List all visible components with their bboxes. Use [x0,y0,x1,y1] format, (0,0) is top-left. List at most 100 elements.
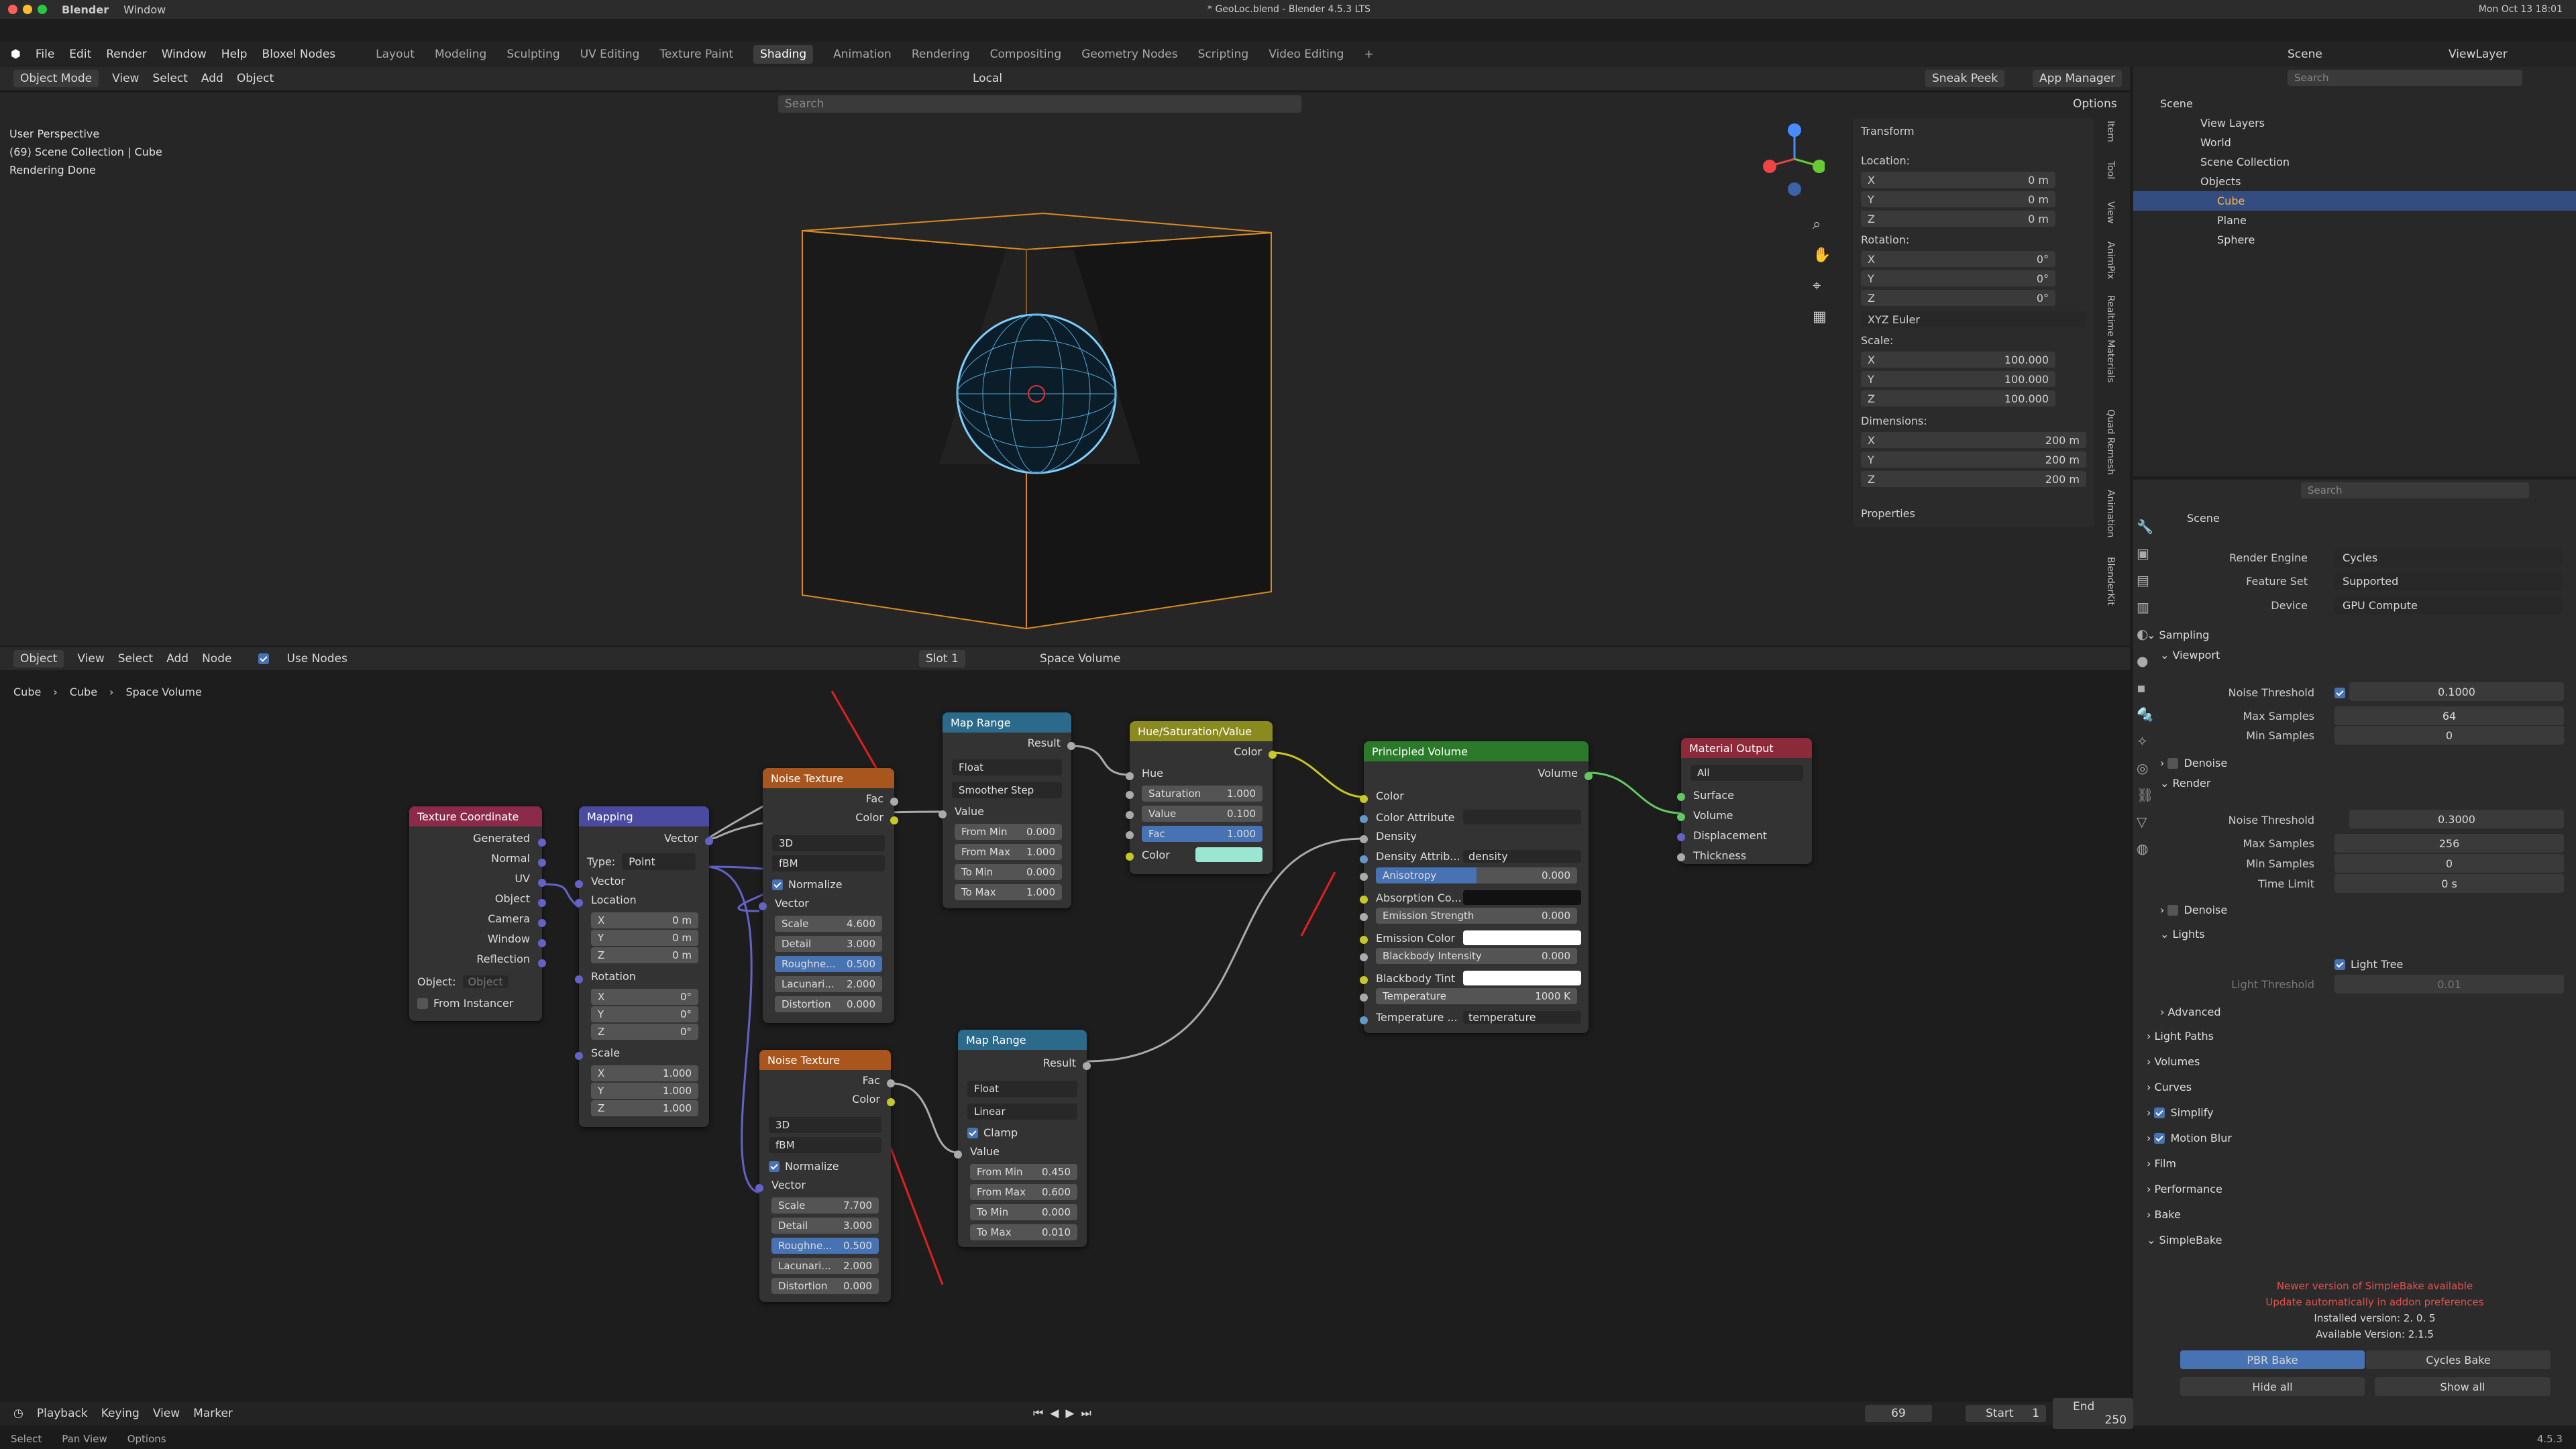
socket[interactable] [890,798,898,806]
socket[interactable] [1067,742,1075,750]
r-min-samples-field[interactable]: 0 [2334,854,2564,873]
noise-distortion-field[interactable]: Distortion 0.000 [775,996,882,1012]
tab-scripting[interactable]: Scripting [1198,48,1249,61]
world-tab-icon[interactable]: ● [2137,647,2163,674]
dimensions-x-field[interactable]: X 200 m [1861,432,2086,448]
socket[interactable] [1360,936,1368,944]
data-type-dropdown[interactable]: Float [952,759,1062,775]
material-selector[interactable]: Space Volume [1040,652,1120,665]
add-workspace-icon[interactable]: + [1364,48,1373,61]
data-type-dropdown[interactable]: Float [967,1081,1077,1097]
tab-view[interactable]: View [2105,201,2116,241]
simplebake-section[interactable]: ⌄ SimpleBake [2147,1234,2222,1246]
socket[interactable] [938,810,947,818]
node-menu-node[interactable]: Node [202,652,231,665]
to-max-field[interactable]: To Max 0.010 [970,1224,1077,1240]
noise-texture-node-1[interactable]: Noise Texture Fac Color 3D fBM Normalize… [759,768,898,1023]
outliner-item-objects[interactable]: Objects [2160,172,2576,191]
mapping-scale-y[interactable]: Y 1.000 [591,1083,698,1099]
rotation-z-field[interactable]: Z 0° [1861,290,2055,306]
zoom-icon[interactable]: ⌕ [1813,209,1831,240]
material-output-node[interactable]: Material Output All Surface Volume Displ… [1677,738,1812,864]
socket[interactable] [1126,831,1134,839]
saturation-field[interactable]: Saturation 1.000 [1142,786,1263,802]
outliner-search[interactable]: Search [2288,70,2522,86]
physics-tab-icon[interactable]: ◎ [2137,755,2163,782]
mac-menu-window[interactable]: Window [123,3,166,16]
viewport-menu-select[interactable]: Select [152,72,187,85]
end-frame-field[interactable]: End 250 [2053,1398,2133,1429]
viewport-menu-add[interactable]: Add [201,72,223,85]
bake-section[interactable]: › Bake [2147,1208,2181,1221]
feature-set-dropdown[interactable]: Supported [2334,572,2563,590]
viewport-search-input[interactable]: Search [778,95,1301,113]
tab-sculpting[interactable]: Sculpting [506,48,559,61]
socket[interactable] [890,816,898,824]
close-window-button[interactable] [8,5,17,14]
texture-coordinate-node[interactable]: Texture Coordinate Generated Normal UV O… [409,806,546,1021]
viewport-sampling-section[interactable]: ⌄ Viewport [2160,649,2220,661]
scale-y-field[interactable]: Y 100.000 [1861,371,2055,387]
socket[interactable] [1677,793,1685,801]
socket[interactable] [1126,853,1134,861]
vp-noise-threshold-field[interactable]: 0.1000 [2349,682,2564,701]
sampling-section[interactable]: ⌄ Sampling [2147,629,2209,641]
tool-tab-icon[interactable]: 🔧 [2137,513,2163,540]
viewport-menu-object[interactable]: Object [237,72,274,85]
to-min-field[interactable]: To Min 0.000 [970,1204,1077,1220]
mapping-loc-x[interactable]: X 0 m [591,912,698,928]
show-all-button[interactable]: Show all [2375,1377,2551,1396]
noise-type-dropdown[interactable]: fBM [772,855,885,871]
socket[interactable] [1360,835,1368,843]
cycles-bake-button[interactable]: Cycles Bake [2366,1350,2551,1369]
film-section[interactable]: › Film [2147,1157,2176,1170]
menu-window[interactable]: Window [162,48,207,61]
socket[interactable] [1677,813,1685,821]
breadcrumb-mesh[interactable]: Cube [70,686,97,698]
socket[interactable] [1677,853,1685,861]
color-attribute-field[interactable] [1463,810,1581,824]
from-min-field[interactable]: From Min 0.450 [970,1164,1077,1180]
object-picker[interactable]: Object [462,975,508,988]
tab-quad-remesh[interactable]: Quad Remesh [2105,409,2116,490]
hide-all-button[interactable]: Hide all [2180,1377,2365,1396]
principled-volume-node[interactable]: Principled Volume Volume Color Color Att… [1360,741,1593,1033]
rotation-mode-dropdown[interactable]: XYZ Euler [1861,311,2086,327]
device-dropdown[interactable]: GPU Compute [2334,596,2563,614]
particles-tab-icon[interactable]: ✧ [2137,728,2163,755]
socket[interactable] [575,880,583,888]
scale-x-field[interactable]: X 100.000 [1861,352,2055,368]
interpolation-dropdown[interactable]: Smoother Step [952,782,1062,798]
light-threshold-field[interactable]: 0.01 [2334,975,2564,994]
render-sampling-section[interactable]: ⌄ Render [2160,777,2210,790]
blackbody-tint-swatch[interactable] [1463,971,1581,985]
r-noise-threshold-field[interactable]: 0.3000 [2349,810,2564,828]
outliner-item-plane[interactable]: Plane [2160,211,2576,230]
vp-noise-threshold-checkbox[interactable] [2334,688,2345,698]
outliner-item-cube[interactable]: Cube [2133,191,2576,211]
pan-hand-icon[interactable]: ✋ [1813,240,1831,271]
socket[interactable] [1360,896,1368,904]
normalize-checkbox[interactable]: Normalize [759,1160,891,1173]
mapping-rot-y[interactable]: Y 0° [591,1006,698,1022]
from-max-field[interactable]: From Max 1.000 [955,844,1062,860]
noise-dimensions-dropdown[interactable]: 3D [769,1117,881,1133]
mapping-node[interactable]: Mapping Vector Type: Point Vector Locatio… [575,806,713,1127]
socket[interactable] [538,839,546,847]
noise-distortion-field[interactable]: Distortion 0.000 [771,1278,879,1294]
socket[interactable] [1360,795,1368,803]
node-menu-select[interactable]: Select [118,652,153,665]
simplify-section[interactable]: › Simplify [2147,1106,2214,1119]
timeline-editor-icon[interactable]: ◷ [13,1407,23,1420]
tab-tool[interactable]: Tool [2105,161,2116,201]
tab-animpix[interactable]: AnimPix [2105,241,2116,295]
modifier-tab-icon[interactable]: 🔩 [2137,701,2163,728]
viewport-menu-view[interactable]: View [112,72,139,85]
to-min-field[interactable]: To Min 0.000 [955,864,1062,880]
socket[interactable] [1360,913,1368,921]
tab-animation[interactable]: Animation [833,48,892,61]
rotation-y-field[interactable]: Y 0° [1861,270,2055,286]
socket[interactable] [954,1150,962,1159]
volumes-section[interactable]: › Volumes [2147,1055,2200,1068]
menu-help[interactable]: Help [221,48,248,61]
